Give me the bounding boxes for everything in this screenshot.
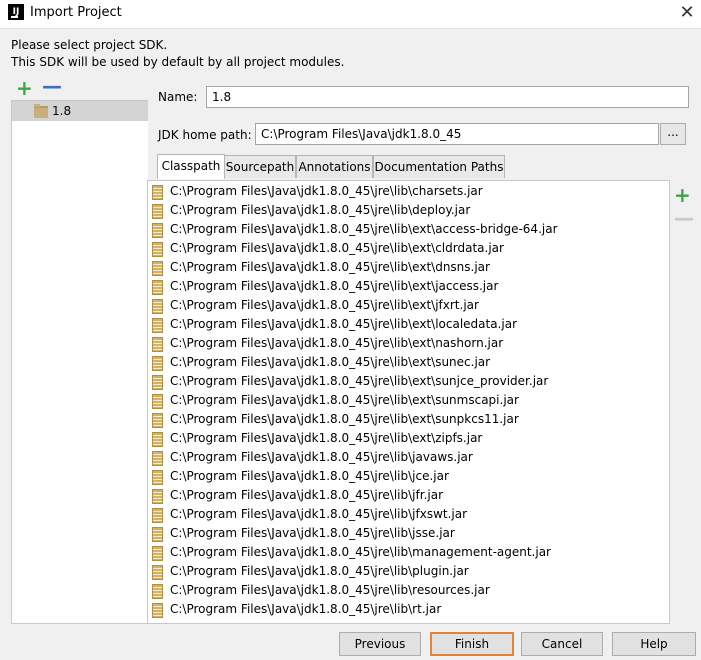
tab-sourcepath[interactable]: Sourcepath [224, 155, 296, 178]
jar-file-icon [152, 375, 163, 390]
list-item[interactable]: C:\Program Files\Java\jdk1.8.0_45\jre\li… [148, 334, 669, 353]
title-bar: IJ Import Project ✕ [0, 0, 701, 29]
jar-file-icon [152, 470, 163, 485]
help-button[interactable]: Help [612, 632, 696, 656]
tab-annotations[interactable]: Annotations [296, 155, 373, 178]
list-item-label: C:\Program Files\Java\jdk1.8.0_45\jre\li… [170, 488, 444, 502]
tab-documentation-paths[interactable]: Documentation Paths [373, 155, 505, 178]
jar-file-icon [152, 185, 163, 200]
list-item[interactable]: C:\Program Files\Java\jdk1.8.0_45\jre\li… [148, 182, 669, 201]
list-item-label: C:\Program Files\Java\jdk1.8.0_45\jre\li… [170, 336, 504, 350]
list-item-label: C:\Program Files\Java\jdk1.8.0_45\jre\li… [170, 317, 518, 331]
list-item[interactable]: C:\Program Files\Java\jdk1.8.0_45\jre\li… [148, 429, 669, 448]
previous-button[interactable]: Previous [339, 632, 421, 656]
list-item-label: C:\Program Files\Java\jdk1.8.0_45\jre\li… [170, 564, 469, 578]
list-item-label: C:\Program Files\Java\jdk1.8.0_45\jre\li… [170, 374, 549, 388]
jdk-home-path-label: JDK home path: [158, 128, 252, 142]
list-item[interactable]: C:\Program Files\Java\jdk1.8.0_45\jre\li… [148, 524, 669, 543]
tab-classpath[interactable]: Classpath [157, 154, 225, 179]
list-item[interactable]: C:\Program Files\Java\jdk1.8.0_45\jre\li… [148, 258, 669, 277]
jdk-home-path-input[interactable]: C:\Program Files\Java\jdk1.8.0_45 [255, 123, 659, 145]
list-item-label: C:\Program Files\Java\jdk1.8.0_45\jre\li… [170, 184, 483, 198]
add-classpath-icon[interactable]: + [674, 185, 691, 205]
jar-file-icon [152, 261, 163, 276]
list-item[interactable]: C:\Program Files\Java\jdk1.8.0_45\jre\li… [148, 353, 669, 372]
sdk-list: 1.8 [11, 100, 148, 624]
list-item[interactable]: C:\Program Files\Java\jdk1.8.0_45\jre\li… [148, 486, 669, 505]
list-item-label: C:\Program Files\Java\jdk1.8.0_45\jre\li… [170, 412, 519, 426]
list-item-label: C:\Program Files\Java\jdk1.8.0_45\jre\li… [170, 279, 499, 293]
jar-file-icon [152, 356, 163, 371]
list-item[interactable]: C:\Program Files\Java\jdk1.8.0_45\jre\li… [148, 239, 669, 258]
list-item[interactable]: C:\Program Files\Java\jdk1.8.0_45\jre\li… [148, 315, 669, 334]
list-item[interactable]: C:\Program Files\Java\jdk1.8.0_45\jre\li… [148, 220, 669, 239]
list-item[interactable]: C:\Program Files\Java\jdk1.8.0_45\jre\li… [148, 277, 669, 296]
list-item[interactable]: C:\Program Files\Java\jdk1.8.0_45\jre\li… [148, 410, 669, 429]
jar-file-icon [152, 204, 163, 219]
list-item-label: C:\Program Files\Java\jdk1.8.0_45\jre\li… [170, 393, 519, 407]
jar-file-icon [152, 394, 163, 409]
remove-sdk-icon[interactable]: — [42, 76, 62, 96]
finish-button[interactable]: Finish [430, 632, 514, 656]
jar-file-icon [152, 318, 163, 333]
list-item[interactable]: C:\Program Files\Java\jdk1.8.0_45\jre\li… [148, 467, 669, 486]
list-item[interactable]: C:\Program Files\Java\jdk1.8.0_45\jre\li… [148, 448, 669, 467]
list-item-label: C:\Program Files\Java\jdk1.8.0_45\jre\li… [170, 203, 471, 217]
jar-file-icon [152, 527, 163, 542]
remove-classpath-icon[interactable]: — [674, 208, 694, 228]
list-item-label: C:\Program Files\Java\jdk1.8.0_45\jre\li… [170, 260, 490, 274]
window-title: Import Project [30, 5, 122, 20]
jar-file-icon [152, 337, 163, 352]
list-item[interactable]: C:\Program Files\Java\jdk1.8.0_45\jre\li… [148, 562, 669, 581]
list-item-label: C:\Program Files\Java\jdk1.8.0_45\jre\li… [170, 431, 483, 445]
jar-file-icon [152, 508, 163, 523]
list-item[interactable]: C:\Program Files\Java\jdk1.8.0_45\jre\li… [148, 543, 669, 562]
list-item-label: C:\Program Files\Java\jdk1.8.0_45\jre\li… [170, 450, 473, 464]
list-item-label: C:\Program Files\Java\jdk1.8.0_45\jre\li… [170, 526, 455, 540]
list-item-label: C:\Program Files\Java\jdk1.8.0_45\jre\li… [170, 355, 491, 369]
intellij-logo-icon: IJ [8, 4, 24, 20]
name-input[interactable]: 1.8 [206, 86, 689, 108]
list-item-label: C:\Program Files\Java\jdk1.8.0_45\jre\li… [170, 545, 551, 559]
jar-file-icon [152, 584, 163, 599]
list-item-label: C:\Program Files\Java\jdk1.8.0_45\jre\li… [170, 602, 442, 616]
list-item[interactable]: C:\Program Files\Java\jdk1.8.0_45\jre\li… [148, 600, 669, 619]
jar-file-icon [152, 280, 163, 295]
jar-file-icon [152, 242, 163, 257]
list-item[interactable]: C:\Program Files\Java\jdk1.8.0_45\jre\li… [148, 201, 669, 220]
description-line-2: This SDK will be used by default by all … [11, 55, 345, 69]
jar-file-icon [152, 565, 163, 580]
list-item[interactable]: C:\Program Files\Java\jdk1.8.0_45\jre\li… [148, 581, 669, 600]
jar-file-icon [152, 451, 163, 466]
jar-file-icon [152, 546, 163, 561]
classpath-list: C:\Program Files\Java\jdk1.8.0_45\jre\li… [147, 180, 670, 624]
list-item-label: C:\Program Files\Java\jdk1.8.0_45\jre\li… [170, 222, 558, 236]
jar-file-icon [152, 489, 163, 504]
list-item[interactable]: C:\Program Files\Java\jdk1.8.0_45\jre\li… [148, 391, 669, 410]
list-item-label: C:\Program Files\Java\jdk1.8.0_45\jre\li… [170, 469, 449, 483]
browse-button[interactable]: ... [660, 123, 686, 145]
list-item[interactable]: C:\Program Files\Java\jdk1.8.0_45\jre\li… [148, 505, 669, 524]
sdk-list-item[interactable]: 1.8 [12, 101, 148, 121]
close-icon[interactable]: ✕ [673, 0, 701, 28]
list-item-label: C:\Program Files\Java\jdk1.8.0_45\jre\li… [170, 583, 490, 597]
jar-file-icon [152, 413, 163, 428]
jar-file-icon [152, 432, 163, 447]
sdk-list-item-label: 1.8 [52, 104, 72, 118]
jar-file-icon [152, 299, 163, 314]
list-item-label: C:\Program Files\Java\jdk1.8.0_45\jre\li… [170, 298, 479, 312]
cancel-button[interactable]: Cancel [521, 632, 603, 656]
jar-file-icon [152, 223, 163, 238]
folder-icon [34, 104, 48, 118]
name-label: Name: [158, 90, 198, 104]
jar-file-icon [152, 603, 163, 618]
list-item[interactable]: C:\Program Files\Java\jdk1.8.0_45\jre\li… [148, 372, 669, 391]
description-line-1: Please select project SDK. [11, 38, 168, 52]
list-item-label: C:\Program Files\Java\jdk1.8.0_45\jre\li… [170, 241, 504, 255]
list-item-label: C:\Program Files\Java\jdk1.8.0_45\jre\li… [170, 507, 468, 521]
add-sdk-icon[interactable]: + [16, 78, 33, 98]
list-item[interactable]: C:\Program Files\Java\jdk1.8.0_45\jre\li… [148, 296, 669, 315]
